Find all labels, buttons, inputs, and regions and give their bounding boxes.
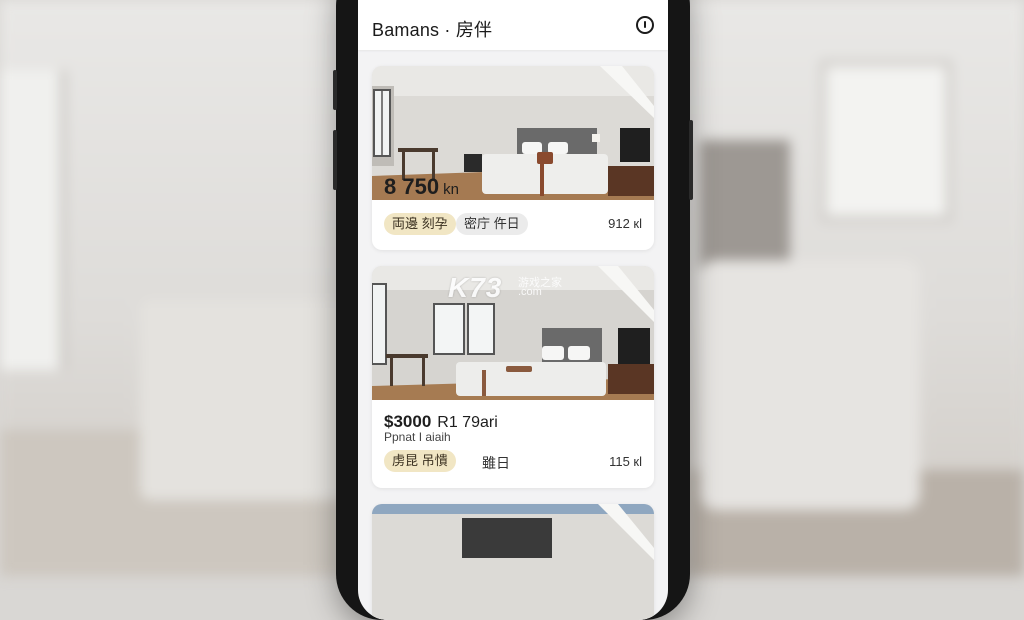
listing-card[interactable]: [372, 504, 654, 620]
app-title: Bamans · 房伴: [372, 20, 493, 40]
info-icon[interactable]: [636, 16, 654, 34]
watermark-logo: K73: [448, 272, 503, 303]
listing-extra: 雖日: [482, 455, 510, 471]
listing-price: $3000 R1 79ari: [384, 412, 498, 431]
listing-tag: 虏昆 吊憒: [384, 450, 456, 472]
phone-frame: Bamans · 房伴 8 750 kn 両邊 刻孕 密庁 仵日 912 кl …: [333, 0, 693, 620]
watermark-domain: .com: [518, 286, 542, 298]
listing-price: 8 750 kn: [384, 174, 459, 199]
listing-tag: 密庁 仵日: [456, 213, 528, 235]
listing-tag: 両邊 刻孕: [384, 213, 456, 235]
listing-distance: 912 кl: [608, 216, 642, 231]
listing-photo[interactable]: [372, 266, 654, 400]
listing-card[interactable]: 8 750 kn 両邊 刻孕 密庁 仵日 912 кl: [372, 66, 654, 250]
app-bar: Bamans · 房伴: [358, 0, 668, 50]
listing-distance: 115 кl: [609, 454, 642, 469]
listing-subtitle: Ppnat I aiaih: [384, 430, 451, 444]
listing-photo[interactable]: [372, 504, 654, 620]
phone-screen: Bamans · 房伴 8 750 kn 両邊 刻孕 密庁 仵日 912 кl …: [358, 0, 668, 620]
listing-card[interactable]: $3000 R1 79ari Ppnat I aiaih 虏昆 吊憒 雖日 115…: [372, 266, 654, 488]
